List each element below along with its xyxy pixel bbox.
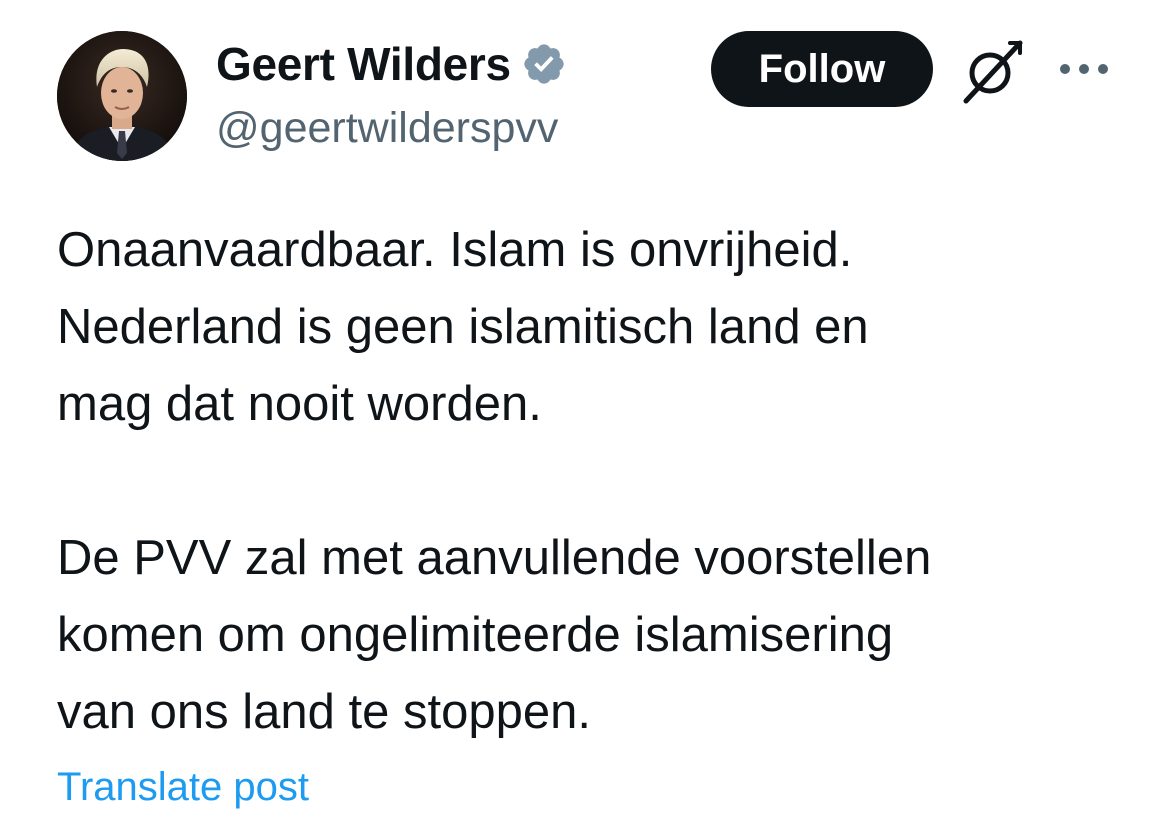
post-header: Geert Wilders @geertwilderspvv Follow [0, 0, 1170, 180]
avatar-image [57, 31, 187, 161]
follow-button[interactable]: Follow [711, 31, 933, 107]
verified-badge-icon[interactable] [521, 41, 567, 87]
display-name[interactable]: Geert Wilders [216, 37, 511, 91]
post-paragraph: Onaanvaardbaar. Islam is onvrijheid. Ned… [57, 223, 869, 431]
grok-icon[interactable] [958, 37, 1026, 105]
translate-post-link[interactable]: Translate post [57, 765, 309, 810]
display-name-row: Geert Wilders [216, 36, 567, 92]
avatar[interactable] [57, 31, 187, 161]
post-text: Onaanvaardbaar. Islam is onvrijheid. Ned… [57, 212, 1137, 751]
more-options-icon[interactable] [1058, 54, 1110, 84]
post-paragraph: De PVV zal met aanvullende voorstellen k… [57, 531, 932, 739]
author-handle[interactable]: @geertwilderspvv [216, 104, 558, 153]
